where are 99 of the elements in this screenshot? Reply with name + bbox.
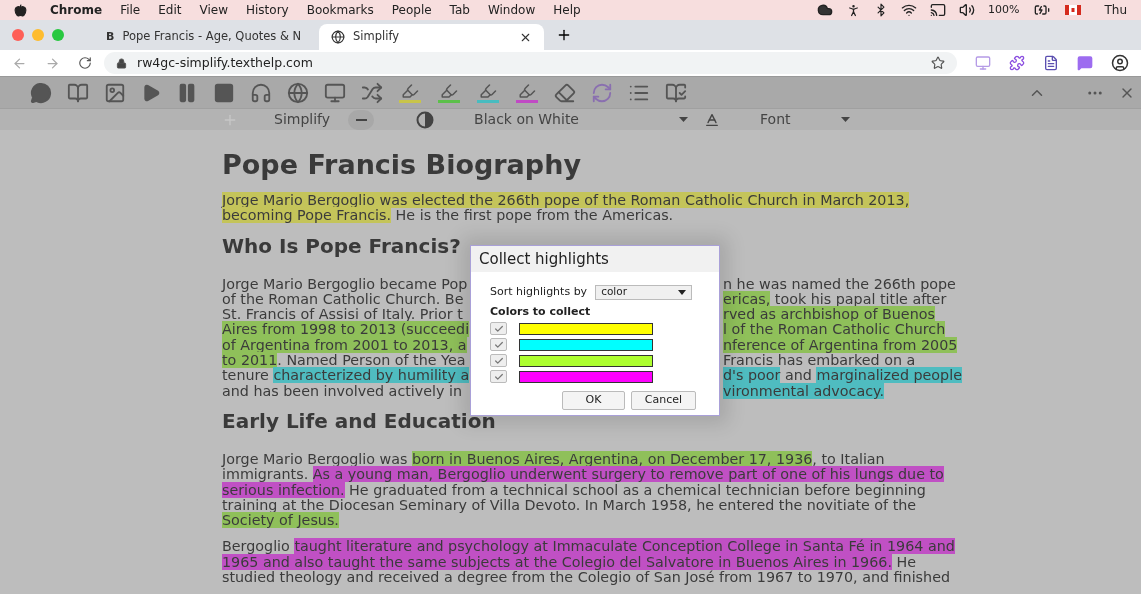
checkbox[interactable] bbox=[490, 354, 507, 367]
check-icon bbox=[493, 339, 504, 350]
section-heading: Early Life and Education bbox=[222, 409, 496, 432]
text-fragment: Francis has embarked on a bbox=[723, 353, 916, 369]
tab-title: Simplify bbox=[353, 28, 401, 46]
picture-icon[interactable] bbox=[104, 81, 126, 104]
decrease-button[interactable] bbox=[348, 109, 375, 130]
menu-item[interactable]: People bbox=[391, 1, 432, 19]
stop-icon[interactable] bbox=[213, 81, 235, 104]
book-icon[interactable] bbox=[67, 81, 89, 104]
caret-icon bbox=[841, 117, 851, 122]
cloud-icon[interactable] bbox=[817, 2, 833, 18]
close-window-icon[interactable] bbox=[12, 29, 24, 41]
volume-icon[interactable] bbox=[959, 2, 975, 18]
reload-icon[interactable] bbox=[78, 56, 92, 70]
back-icon[interactable] bbox=[12, 55, 27, 71]
flag-icon[interactable] bbox=[1065, 5, 1082, 15]
pdf-extension-icon[interactable] bbox=[1043, 55, 1059, 71]
menu-item[interactable]: Help bbox=[553, 1, 581, 19]
simplify-button[interactable]: Simplify bbox=[274, 109, 331, 130]
menu-item[interactable]: Bookmarks bbox=[306, 1, 374, 19]
globe-icon bbox=[331, 30, 345, 44]
eraser-icon[interactable] bbox=[554, 81, 576, 104]
url-text: rw4gc-simplify.texthelp.com bbox=[137, 53, 313, 72]
section-heading: Who Is Pope Francis? bbox=[222, 234, 461, 257]
sort-dropdown[interactable]: color bbox=[595, 284, 693, 300]
lock-icon bbox=[116, 57, 127, 69]
checkbox[interactable] bbox=[490, 322, 507, 335]
menu-item[interactable]: History bbox=[246, 1, 289, 19]
wifi-icon[interactable] bbox=[901, 2, 917, 18]
paragraph: Jorge Mario Bergoglio was born in Buenos Aires, Argentina, on December 17, 1936, to Italian immigrants. As a young man, Bergoglio underwent surgery to remove part of one of his lungs due to serious infection. He graduated from a technical school as a chemical technician before beginning training at the Diocesan Seminary of Villa Devoto. In March 1958, he entered the novitiate of the Society of Jesus. bbox=[222, 451, 944, 529]
apple-icon[interactable] bbox=[14, 3, 27, 17]
dialog-button[interactable]: OK bbox=[562, 391, 625, 410]
text-fragment: l of the Roman Catholic Church bbox=[723, 322, 946, 338]
menu-clock: Thu bbox=[1104, 2, 1127, 19]
cycle-arrows-icon[interactable] bbox=[591, 81, 613, 104]
check-icon bbox=[493, 323, 504, 334]
menu-app-name[interactable]: Chrome bbox=[50, 1, 103, 19]
new-tab-icon[interactable] bbox=[556, 27, 572, 43]
address-field[interactable]: rw4gc-simplify.texthelp.com bbox=[104, 52, 957, 74]
zoom-window-icon[interactable] bbox=[52, 29, 64, 41]
text-fragment: Jorge Mario Bergoglio became Pop bbox=[222, 276, 468, 292]
font-color-icon[interactable] bbox=[704, 111, 721, 128]
colors-label: Colors to collect bbox=[490, 303, 592, 320]
shuffle-icon[interactable] bbox=[361, 81, 383, 104]
text-fragment: and has been involved actively in bbox=[222, 383, 463, 399]
text-fragment: rved as archbishop of Buenos bbox=[723, 307, 935, 323]
menu-item[interactable]: Edit bbox=[158, 1, 182, 19]
text-fragment: vironmental advocacy. bbox=[723, 383, 884, 399]
menu-item[interactable]: Tab bbox=[449, 1, 470, 19]
checkbox[interactable] bbox=[490, 370, 507, 383]
speech-bubble-icon[interactable] bbox=[30, 81, 52, 104]
accessibility-icon[interactable] bbox=[846, 2, 861, 18]
paragraph: Bergoglio taught literature and psychology at Immaculate Conception College in Santa Fé in 1964 and 1965 and also taught the same subjects at the Colegio del Salvatore in Buenos Aires in 1966. He studied theology and received a degree from the Colegio of San José from 1967 to 1970, and finished bbox=[222, 539, 955, 586]
text-fragment: n he was named the 266th pope bbox=[723, 276, 956, 292]
text-fragment: St. Francis of Assisi of Italy. Prior t bbox=[222, 307, 463, 323]
document-title: Pope Francis Biography bbox=[222, 150, 581, 180]
extension-icon[interactable] bbox=[975, 55, 991, 71]
tab-title: Pope Francis - Age, Quotes & N bbox=[122, 28, 302, 46]
caret-icon bbox=[678, 289, 687, 295]
globe-search-icon[interactable] bbox=[287, 81, 309, 104]
bookmark-star-icon[interactable] bbox=[931, 56, 945, 70]
color-scheme-dropdown[interactable]: Black on White bbox=[474, 109, 689, 130]
menu-item[interactable]: File bbox=[120, 1, 141, 19]
play-icon[interactable] bbox=[141, 82, 161, 103]
highlighter-icon[interactable] bbox=[398, 82, 422, 103]
browser-tab[interactable]: B Pope Francis - Age, Quotes & N bbox=[94, 24, 319, 50]
dialog-button[interactable]: Cancel bbox=[631, 391, 696, 410]
sort-label: Sort highlights by bbox=[490, 284, 588, 300]
check-icon bbox=[493, 355, 504, 366]
highlighter-icon[interactable] bbox=[515, 82, 539, 103]
menu-item[interactable]: View bbox=[199, 1, 228, 19]
chat-extension-icon[interactable] bbox=[1077, 55, 1093, 71]
text-fragment: ericas, took his papal title after bbox=[723, 291, 947, 308]
highlighter-icon[interactable] bbox=[476, 82, 500, 103]
checkbox[interactable] bbox=[490, 338, 507, 351]
text-fragment: tenure characterized by humility a bbox=[222, 368, 470, 384]
minus-icon bbox=[355, 118, 367, 121]
reader-icon[interactable] bbox=[665, 81, 687, 104]
text-fragment: Aires from 1998 to 2013 (succeedi bbox=[222, 322, 470, 338]
dialog-title: Collect highlights bbox=[479, 248, 609, 270]
text-fragment: of the Roman Catholic Church. Be bbox=[222, 291, 464, 308]
profile-icon[interactable] bbox=[1111, 54, 1129, 72]
font-dropdown[interactable]: Font bbox=[760, 109, 851, 130]
highlighter-icon[interactable] bbox=[437, 82, 461, 103]
menu-item[interactable]: Window bbox=[487, 1, 536, 19]
headphones-icon[interactable] bbox=[250, 81, 272, 104]
caret-icon bbox=[679, 117, 689, 122]
check-icon bbox=[493, 371, 504, 382]
puzzle-extension-icon[interactable] bbox=[1009, 55, 1025, 71]
paragraph: Jorge Mario Bergoglio was elected the 266th pope of the Roman Catholic Church in March 2013, becoming Pope Francis. He is the first pope from the Americas. bbox=[222, 193, 910, 224]
forward-icon[interactable] bbox=[45, 55, 60, 71]
monitor-icon[interactable] bbox=[324, 81, 346, 104]
battery-percent: 100% bbox=[988, 1, 1020, 18]
contrast-icon[interactable] bbox=[416, 110, 435, 129]
browser-tab[interactable]: Simplify bbox=[319, 24, 544, 50]
airplay-icon[interactable] bbox=[930, 2, 946, 18]
text-fragment: to 2011. Named Person of the Yea bbox=[222, 353, 466, 369]
tab-favicon: B bbox=[106, 28, 115, 45]
